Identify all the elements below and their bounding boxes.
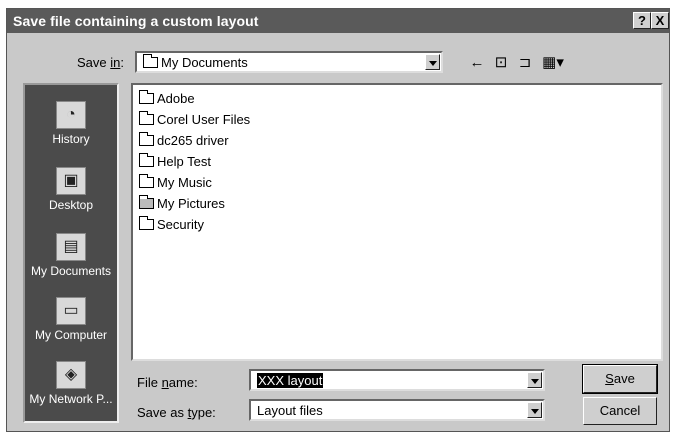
close-button[interactable]: X bbox=[651, 12, 669, 29]
cancel-button[interactable]: Cancel bbox=[583, 397, 657, 425]
desktop-icon: ▣ bbox=[56, 167, 86, 195]
file-name-value: XXX layout bbox=[257, 373, 324, 388]
views-menu-icon[interactable]: ▦▾ bbox=[539, 53, 567, 73]
places-item-my-documents[interactable]: ▤ My Documents bbox=[25, 233, 117, 278]
file-list[interactable]: Adobe Corel User Files dc265 driver Help… bbox=[131, 83, 663, 361]
up-one-level-icon[interactable]: ⊡ bbox=[491, 53, 511, 73]
save-dialog: Save file containing a custom layout ? X… bbox=[6, 8, 670, 432]
my-network-places-icon: ◈ bbox=[56, 361, 86, 389]
save-in-label: Save in: bbox=[77, 55, 124, 70]
my-computer-icon: ▭ bbox=[56, 297, 86, 325]
title-bar: Save file containing a custom layout ? X bbox=[7, 9, 669, 33]
list-item[interactable]: My Pictures bbox=[139, 195, 225, 216]
folder-icon bbox=[139, 216, 154, 230]
dialog-title: Save file containing a custom layout bbox=[13, 13, 259, 29]
list-item[interactable]: Help Test bbox=[139, 153, 211, 174]
folder-icon bbox=[143, 54, 158, 68]
list-item[interactable]: dc265 driver bbox=[139, 132, 229, 153]
places-bar: ◔ History ▣ Desktop ▤ My Documents ▭ My … bbox=[23, 83, 119, 423]
chevron-down-icon[interactable] bbox=[527, 372, 542, 388]
folder-icon bbox=[139, 111, 154, 125]
places-item-desktop[interactable]: ▣ Desktop bbox=[25, 167, 117, 212]
save-as-type-label: Save as type: bbox=[137, 405, 216, 420]
chevron-down-icon[interactable] bbox=[425, 54, 440, 70]
list-item[interactable]: My Music bbox=[139, 174, 212, 195]
pictures-folder-icon bbox=[139, 195, 154, 209]
list-item[interactable]: Corel User Files bbox=[139, 111, 250, 132]
save-in-value: My Documents bbox=[161, 55, 248, 70]
places-item-history[interactable]: ◔ History bbox=[25, 101, 117, 146]
folder-icon bbox=[139, 90, 154, 104]
history-icon: ◔ bbox=[56, 101, 86, 129]
help-button[interactable]: ? bbox=[633, 12, 651, 29]
chevron-down-icon[interactable] bbox=[527, 402, 542, 418]
save-as-type-dropdown[interactable]: Layout files bbox=[249, 399, 545, 421]
new-folder-icon[interactable]: ⊐ bbox=[515, 53, 535, 73]
save-as-type-value: Layout files bbox=[257, 403, 323, 418]
folder-icon bbox=[139, 132, 154, 146]
my-documents-icon: ▤ bbox=[56, 233, 86, 261]
save-button[interactable]: Save bbox=[582, 364, 658, 394]
file-name-input[interactable]: XXX layout bbox=[249, 369, 545, 391]
places-item-my-computer[interactable]: ▭ My Computer bbox=[25, 297, 117, 342]
list-item[interactable]: Security bbox=[139, 216, 204, 237]
back-arrow-icon[interactable]: ← bbox=[467, 53, 487, 73]
file-name-label: File name: bbox=[137, 375, 198, 390]
places-item-my-network-places[interactable]: ◈ My Network P... bbox=[25, 361, 117, 406]
folder-icon bbox=[139, 174, 154, 188]
folder-icon bbox=[139, 153, 154, 167]
list-item[interactable]: Adobe bbox=[139, 90, 195, 111]
save-in-dropdown[interactable]: My Documents bbox=[135, 51, 443, 73]
